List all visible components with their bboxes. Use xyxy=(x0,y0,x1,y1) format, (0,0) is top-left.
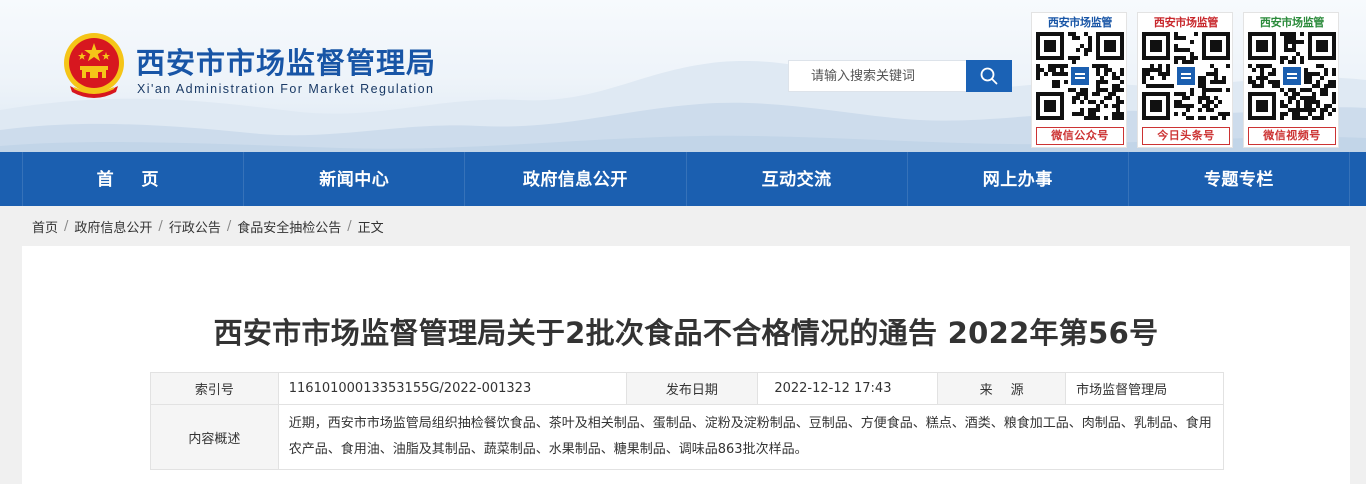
search-button[interactable] xyxy=(966,60,1012,92)
summary-label: 内容概述 xyxy=(150,404,279,470)
qr-card-wechat-official[interactable]: 西安市场监管 微信公众号 xyxy=(1031,12,1127,148)
qr-caption: 微信视频号 xyxy=(1248,127,1336,145)
breadcrumb-separator: / xyxy=(64,218,69,234)
breadcrumb-food-safety[interactable]: 食品安全抽检公告 xyxy=(237,217,341,236)
search-input[interactable] xyxy=(788,60,966,92)
qr-caption: 今日头条号 xyxy=(1142,127,1230,145)
search-box xyxy=(788,60,1012,92)
qr-code-icon xyxy=(1142,32,1230,120)
index-label: 索引号 xyxy=(150,372,279,405)
breadcrumb: 首页 / 政府信息公开 / 行政公告 / 食品安全抽检公告 / 正文 xyxy=(32,217,384,236)
breadcrumb-gov-info[interactable]: 政府信息公开 xyxy=(74,217,152,236)
index-value: 11610100013353155G/2022-001323 xyxy=(277,372,627,405)
qr-title: 西安市场监管 xyxy=(1259,16,1325,29)
source-value: 市场监督管理局 xyxy=(1065,372,1224,405)
qr-title: 西安市场监管 xyxy=(1153,16,1219,29)
breadcrumb-current: 正文 xyxy=(357,220,384,236)
qr-code-icon xyxy=(1036,32,1124,120)
qr-caption: 微信公众号 xyxy=(1036,127,1124,145)
article-container: 西安市市场监督管理局关于2批次食品不合格情况的通告 2022年第56号 索引号 … xyxy=(22,246,1350,484)
nav-item-special-topics[interactable]: 专题专栏 xyxy=(1129,152,1351,206)
article-title: 西安市市场监督管理局关于2批次食品不合格情况的通告 2022年第56号 xyxy=(213,316,1159,350)
nav-item-interaction[interactable]: 互动交流 xyxy=(687,152,908,206)
qr-code-icon xyxy=(1248,32,1336,120)
qr-card-toutiao[interactable]: 西安市场监管 今日头条号 xyxy=(1137,12,1233,148)
article-meta-table: 索引号 11610100013353155G/2022-001323 发布日期 … xyxy=(150,372,1225,470)
national-emblem-icon xyxy=(64,33,124,98)
breadcrumb-separator: / xyxy=(158,218,163,234)
meta-row: 内容概述 近期，西安市市场监管局组织抽检餐饮食品、茶叶及相关制品、蛋制品、淀粉及… xyxy=(150,404,1225,470)
qr-title: 西安市场监管 xyxy=(1047,16,1113,29)
nav-item-home[interactable]: 首 页 xyxy=(22,152,245,206)
nav-item-gov-info[interactable]: 政府信息公开 xyxy=(465,152,687,206)
date-value: 2022-12-12 17:43 xyxy=(757,372,939,405)
source-label: 来源 xyxy=(937,372,1067,405)
qr-card-wechat-video[interactable]: 西安市场监管 微信视频号 xyxy=(1243,12,1339,148)
breadcrumb-separator: / xyxy=(226,218,232,234)
site-title[interactable]: 西安市市场监督管理局 xyxy=(136,40,436,82)
site-title-english: Xi'an Administration For Market Regulati… xyxy=(137,82,435,96)
breadcrumb-separator: / xyxy=(347,218,352,234)
meta-row: 索引号 11610100013353155G/2022-001323 发布日期 … xyxy=(150,372,1224,405)
site-header: 西安市市场监督管理局 Xi'an Administration For Mark… xyxy=(0,0,1366,152)
main-nav: 首 页 新闻中心 政府信息公开 互动交流 网上办事 专题专栏 xyxy=(0,152,1366,206)
nav-item-online-services[interactable]: 网上办事 xyxy=(908,152,1129,206)
search-icon xyxy=(980,67,998,85)
date-label: 发布日期 xyxy=(625,372,759,405)
nav-item-news[interactable]: 新闻中心 xyxy=(244,152,466,206)
breadcrumb-home[interactable]: 首页 xyxy=(32,217,58,236)
summary-value: 近期，西安市市场监管局组织抽检餐饮食品、茶叶及相关制品、蛋制品、淀粉及淀粉制品、… xyxy=(277,404,1225,470)
breadcrumb-admin-notices[interactable]: 行政公告 xyxy=(169,217,221,236)
